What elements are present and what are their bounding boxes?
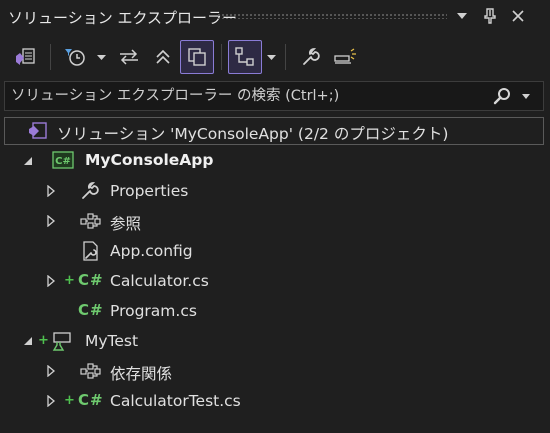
csharp-file-icon: C# bbox=[78, 391, 104, 409]
search-box bbox=[4, 81, 544, 111]
toolbar bbox=[0, 36, 550, 80]
project-label-mytest[interactable]: MyTest bbox=[85, 332, 138, 350]
class-view-button[interactable] bbox=[228, 40, 262, 74]
tree-item-dependencies[interactable]: 依存関係 bbox=[110, 362, 172, 384]
title-bar: ソリューション エクスプローラー bbox=[0, 0, 550, 34]
tree-item-references[interactable]: 参照 bbox=[110, 212, 141, 234]
visual-studio-solution-icon bbox=[25, 120, 49, 142]
tree-item-calculator-cs[interactable]: Calculator.cs bbox=[110, 272, 209, 290]
collapsed-arrow-icon[interactable] bbox=[44, 274, 58, 288]
collapsed-arrow-icon[interactable] bbox=[44, 184, 58, 198]
chevron-down-icon[interactable] bbox=[265, 48, 277, 68]
collapse-all-button[interactable] bbox=[146, 40, 180, 74]
preview-icon bbox=[334, 48, 356, 64]
tree-item-calculatortest-cs[interactable]: CalculatorTest.cs bbox=[110, 392, 241, 410]
pin-icon[interactable] bbox=[480, 6, 500, 26]
dependencies-icon bbox=[78, 360, 102, 382]
test-project-icon bbox=[50, 330, 74, 352]
added-plus-icon: + bbox=[64, 273, 75, 288]
sync-with-active-document-button[interactable] bbox=[112, 40, 146, 74]
close-icon[interactable] bbox=[508, 6, 528, 26]
tree-item-program-cs[interactable]: Program.cs bbox=[110, 302, 197, 320]
search-input[interactable] bbox=[11, 85, 481, 107]
collapsed-arrow-icon[interactable] bbox=[44, 214, 58, 228]
properties-button[interactable] bbox=[294, 40, 328, 74]
tree-item-solution[interactable]: ソリューション 'MyConsoleApp' (2/2 のプロジェクト) bbox=[4, 117, 544, 145]
toolbar-separator bbox=[50, 44, 51, 70]
hierarchy-icon bbox=[235, 47, 254, 66]
svg-text:C#: C# bbox=[55, 156, 71, 167]
clock-icon bbox=[65, 49, 85, 66]
toolbar-separator bbox=[221, 44, 222, 70]
added-plus-icon: + bbox=[38, 333, 49, 348]
switch-views-button[interactable] bbox=[8, 40, 42, 74]
toolbar-separator bbox=[285, 44, 286, 70]
collapsed-arrow-icon[interactable] bbox=[44, 394, 58, 408]
window-title: ソリューション エクスプローラー bbox=[8, 9, 238, 27]
solution-label: ソリューション 'MyConsoleApp' (2/2 のプロジェクト) bbox=[57, 125, 449, 143]
expanded-arrow-icon[interactable] bbox=[21, 334, 35, 348]
tree-item-app-config[interactable]: App.config bbox=[110, 242, 193, 260]
config-file-icon bbox=[78, 240, 102, 262]
csharp-project-icon: C# bbox=[51, 149, 75, 171]
csharp-file-icon: C# bbox=[78, 271, 104, 289]
sync-arrows-icon bbox=[120, 49, 138, 65]
expanded-arrow-icon[interactable] bbox=[21, 154, 35, 168]
csharp-file-icon: C# bbox=[78, 301, 104, 319]
drag-grip[interactable] bbox=[217, 13, 447, 19]
preview-selected-items-button[interactable] bbox=[328, 40, 362, 74]
window-menu-dropdown-icon[interactable] bbox=[452, 6, 472, 26]
collapsed-arrow-icon[interactable] bbox=[44, 364, 58, 378]
project-label-myconsoleapp[interactable]: MyConsoleApp bbox=[85, 151, 213, 169]
collapse-chevrons-icon bbox=[156, 49, 170, 64]
search-icon[interactable] bbox=[493, 86, 513, 110]
search-options-chevron-icon[interactable] bbox=[521, 88, 531, 108]
show-all-files-button[interactable] bbox=[180, 40, 214, 74]
wrench-icon bbox=[78, 180, 102, 202]
copy-files-icon bbox=[188, 48, 206, 66]
chevron-down-icon[interactable] bbox=[95, 48, 107, 68]
wrench-icon bbox=[303, 48, 320, 65]
added-plus-icon: + bbox=[64, 393, 75, 408]
references-icon bbox=[78, 210, 102, 232]
pending-changes-filter-button[interactable] bbox=[58, 40, 92, 74]
vs-solution-views-icon bbox=[16, 48, 35, 65]
tree-item-properties[interactable]: Properties bbox=[110, 182, 188, 200]
